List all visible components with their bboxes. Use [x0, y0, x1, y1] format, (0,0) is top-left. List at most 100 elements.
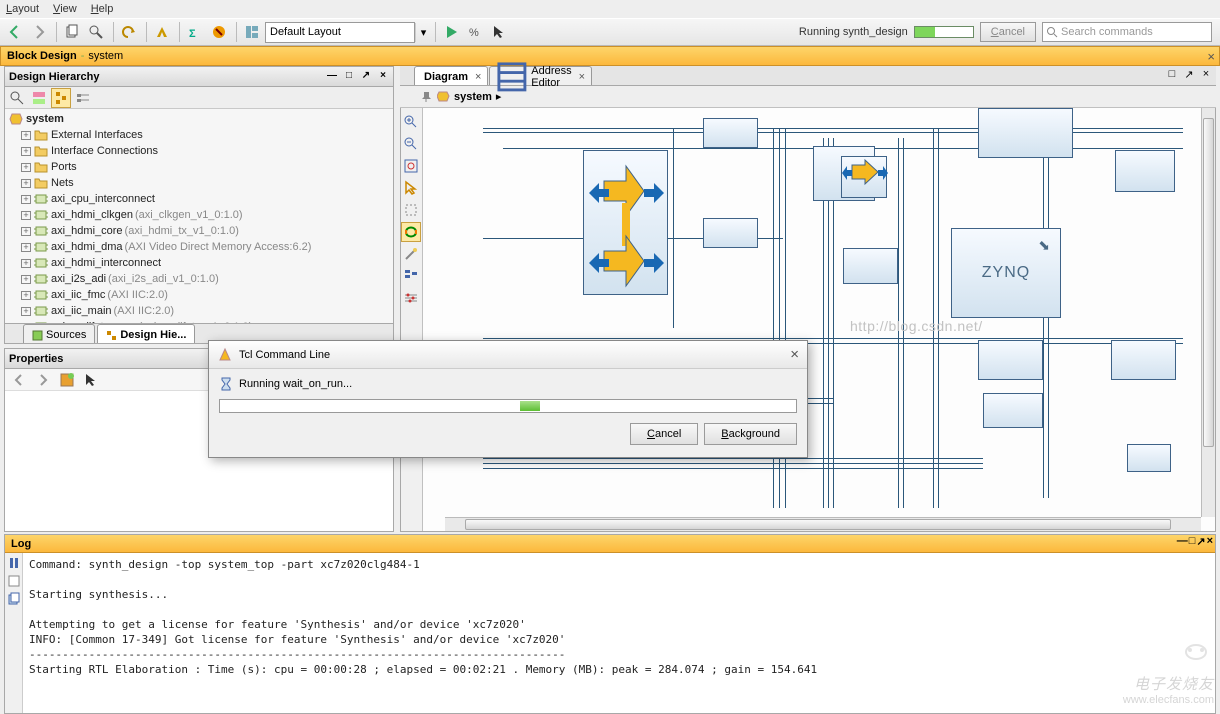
zoom-in-icon[interactable]	[401, 112, 421, 132]
tab-address-editor[interactable]: Address Editor ×	[489, 66, 592, 85]
diagram-canvas[interactable]: ZYNQ ⬊	[423, 108, 1215, 531]
ip-block[interactable]	[983, 393, 1043, 428]
cancel-run-button[interactable]	[208, 21, 230, 43]
area-tool-icon[interactable]	[401, 200, 421, 220]
maximize-icon[interactable]: □	[1189, 535, 1196, 548]
expand-icon[interactable]	[29, 88, 49, 108]
search-commands[interactable]: Search commands	[1042, 22, 1212, 42]
expand-toggle[interactable]: +	[21, 195, 31, 204]
tree-item[interactable]: +axi_hdmi_clkgen (axi_clkgen_v1_0:1.0)	[9, 207, 389, 223]
tree-item[interactable]: +axi_i2s_adi (axi_i2s_adi_v1_0:1.0)	[9, 271, 389, 287]
ip-block[interactable]	[843, 248, 898, 284]
cancel-button-toolbar[interactable]: Cancel	[980, 22, 1036, 42]
ip-block[interactable]	[1111, 340, 1176, 380]
dialog-close-icon[interactable]: ×	[790, 346, 799, 363]
layout-combo[interactable]: Default Layout	[265, 22, 415, 43]
layout-icon[interactable]	[241, 21, 263, 43]
prop-back-button[interactable]	[8, 369, 30, 391]
minimize-icon[interactable]: —	[1177, 535, 1188, 548]
expand-toggle[interactable]: +	[21, 147, 31, 156]
prop-forward-button[interactable]	[32, 369, 54, 391]
expand-toggle[interactable]: +	[21, 131, 31, 140]
flat-mode-icon[interactable]	[73, 88, 93, 108]
vertical-scrollbar[interactable]	[1201, 108, 1215, 517]
close-icon[interactable]: ×	[1207, 49, 1215, 64]
close-icon[interactable]: ×	[1207, 535, 1213, 548]
synthesis-button[interactable]	[151, 21, 173, 43]
undo-button[interactable]	[118, 21, 140, 43]
back-button[interactable]	[4, 21, 26, 43]
maximize-icon[interactable]: □	[341, 68, 357, 82]
ip-block[interactable]	[703, 118, 758, 148]
select-button[interactable]	[488, 21, 510, 43]
ip-block[interactable]	[841, 156, 887, 198]
tree-item[interactable]: +axi_hdmi_dma (AXI Video Direct Memory A…	[9, 239, 389, 255]
link-button[interactable]: %	[464, 21, 486, 43]
expand-toggle[interactable]: +	[21, 227, 31, 236]
sigma-button[interactable]: Σ	[184, 21, 206, 43]
ip-block[interactable]	[583, 150, 668, 295]
minimize-icon[interactable]: —	[324, 68, 340, 82]
close-icon[interactable]: ×	[1198, 67, 1214, 81]
expand-toggle[interactable]: +	[21, 275, 31, 284]
menu-view[interactable]: View	[53, 3, 77, 15]
ip-block[interactable]	[1115, 150, 1175, 192]
ip-block[interactable]	[978, 108, 1073, 158]
menu-layout[interactable]: Layout	[6, 3, 39, 15]
hierarchy-view-icon[interactable]	[401, 266, 421, 286]
close-icon[interactable]: ×	[375, 68, 391, 82]
tree-mode-icon[interactable]	[51, 88, 71, 108]
tree-item[interactable]: +Interface Connections	[9, 143, 389, 159]
copy-button[interactable]	[61, 21, 83, 43]
tree-item[interactable]: +Ports	[9, 159, 389, 175]
clear-icon[interactable]	[7, 574, 21, 588]
search-icon[interactable]	[7, 88, 27, 108]
dialog-background-button[interactable]: Background	[704, 423, 797, 445]
expand-toggle[interactable]: +	[21, 163, 31, 172]
tree-root[interactable]: system	[9, 111, 389, 127]
expand-toggle[interactable]: +	[21, 291, 31, 300]
menu-help[interactable]: Help	[91, 3, 114, 15]
close-tab-icon[interactable]: ×	[475, 71, 481, 83]
copy-log-icon[interactable]	[7, 592, 21, 606]
tree-item[interactable]: +axi_hdmi_interconnect	[9, 255, 389, 271]
prop-box-button[interactable]	[56, 369, 78, 391]
breadcrumb-text[interactable]: system	[454, 91, 492, 103]
zoom-fit-icon[interactable]	[401, 156, 421, 176]
layout-combo-arrow[interactable]: ▾	[415, 23, 431, 42]
settings-icon[interactable]	[401, 288, 421, 308]
minimize-icon[interactable]: □	[1164, 67, 1180, 81]
pin-icon[interactable]	[420, 90, 433, 103]
forward-button[interactable]	[28, 21, 50, 43]
pause-icon[interactable]	[7, 556, 21, 570]
expand-toggle[interactable]: +	[21, 243, 31, 252]
maximize-icon[interactable]: ↗	[1181, 67, 1197, 81]
zoom-out-icon[interactable]	[401, 134, 421, 154]
tab-design-hierarchy[interactable]: Design Hie...	[97, 324, 195, 343]
tree-item[interactable]: +External Interfaces	[9, 127, 389, 143]
tab-diagram[interactable]: Diagram ×	[414, 66, 488, 85]
zynq-block[interactable]: ZYNQ ⬊	[951, 228, 1061, 318]
tree-item[interactable]: +Nets	[9, 175, 389, 191]
tree-item[interactable]: +axi_iic_main (AXI IIC:2.0)	[9, 303, 389, 319]
expand-toggle[interactable]: +	[21, 179, 31, 188]
ip-block[interactable]	[703, 218, 758, 248]
autolayout-icon[interactable]	[401, 222, 421, 242]
ip-block[interactable]	[978, 340, 1043, 380]
expand-toggle[interactable]: +	[21, 259, 31, 268]
tree-item[interactable]: +axi_hdmi_core (axi_hdmi_tx_v1_0:1.0)	[9, 223, 389, 239]
play-button[interactable]	[440, 21, 462, 43]
dialog-cancel-button[interactable]: Cancel	[630, 423, 698, 445]
tree-item[interactable]: +axi_iic_fmc (AXI IIC:2.0)	[9, 287, 389, 303]
tab-sources[interactable]: Sources	[23, 324, 95, 343]
expand-toggle[interactable]: +	[21, 211, 31, 220]
tree-item[interactable]: +axi_cpu_interconnect	[9, 191, 389, 207]
magic-icon[interactable]	[401, 244, 421, 264]
ip-block[interactable]	[1127, 444, 1171, 472]
restore-icon[interactable]: ↗	[358, 68, 374, 82]
prop-select-button[interactable]	[80, 369, 102, 391]
find-button[interactable]	[85, 21, 107, 43]
log-text[interactable]: Command: synth_design -top system_top -p…	[23, 553, 1215, 713]
restore-icon[interactable]: ↗	[1196, 535, 1205, 548]
horizontal-scrollbar[interactable]	[445, 517, 1201, 531]
